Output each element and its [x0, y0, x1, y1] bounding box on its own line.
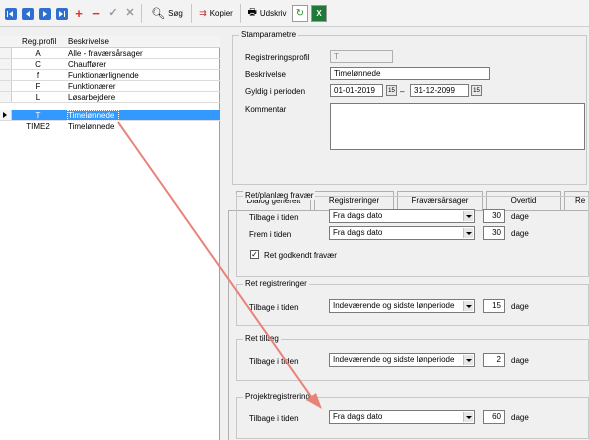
annotation-arrow — [117, 121, 322, 409]
annotation-arrow-line — [117, 121, 313, 399]
annotation-arrowhead-icon — [306, 393, 322, 409]
